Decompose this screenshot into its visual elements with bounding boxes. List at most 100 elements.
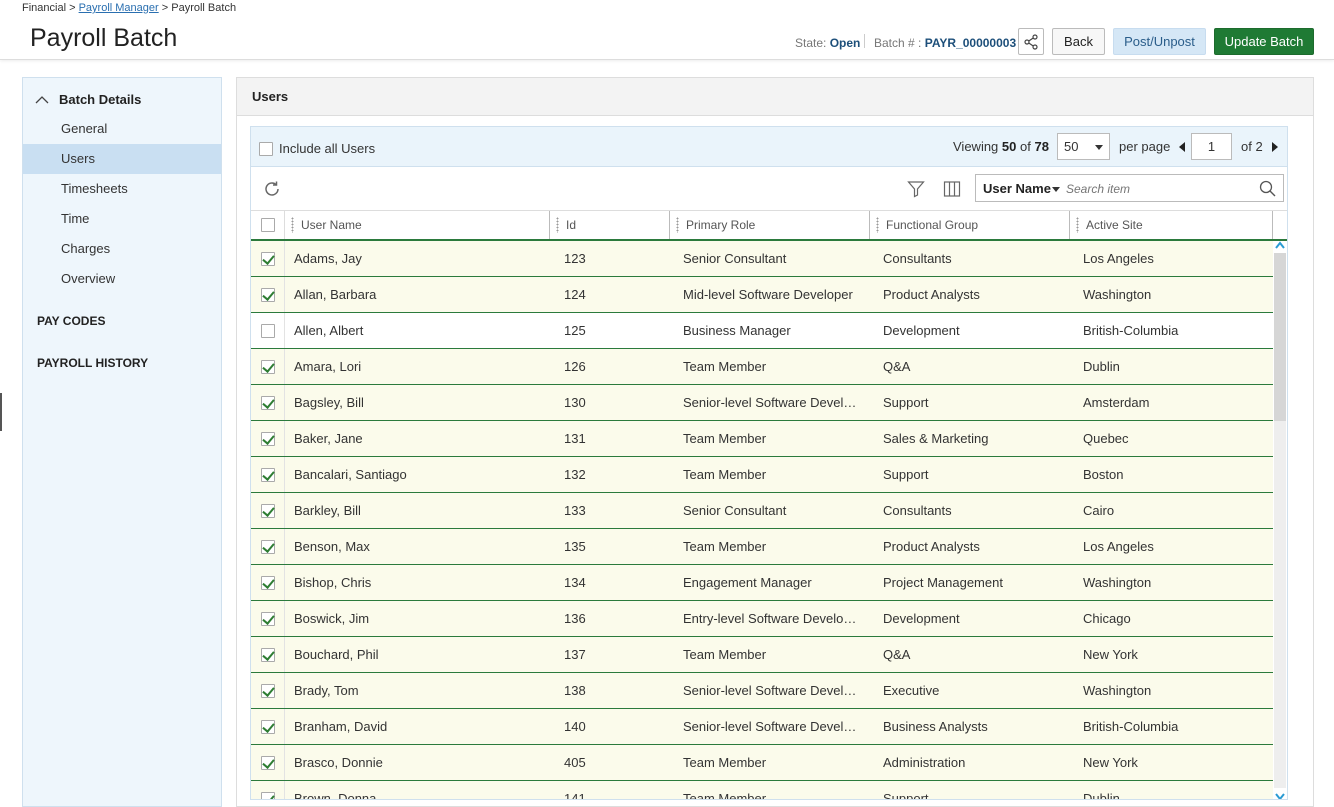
table-row[interactable]: Brown, Donna 141 Team Member Support Dublin	[251, 781, 1287, 799]
table-row[interactable]: Barkley, Bill 133 Senior Consultant Consult…	[251, 493, 1287, 529]
table-row[interactable]: Benson, Max 135 Team Member Product Analyst…	[251, 529, 1287, 565]
page-number-input[interactable]: 1	[1191, 133, 1232, 160]
post-unpost-button[interactable]: Post/Unpost	[1113, 28, 1206, 55]
drag-handle-icon[interactable]	[676, 217, 679, 233]
cell-user-name: Branham, David	[294, 719, 388, 734]
row-checkbox[interactable]	[260, 647, 275, 662]
batch-state: State: Open	[795, 36, 860, 50]
row-select-cell	[251, 601, 285, 636]
row-checkbox[interactable]	[260, 791, 275, 799]
row-checkbox[interactable]	[260, 431, 275, 446]
column-label: Id	[566, 218, 577, 232]
breadcrumb-payroll-manager[interactable]: Payroll Manager	[79, 2, 159, 14]
drag-handle-icon[interactable]	[556, 217, 559, 233]
next-page-icon[interactable]	[1272, 142, 1278, 152]
cell-functional-group: Executive	[883, 683, 940, 698]
row-select-cell	[251, 385, 285, 420]
row-select-cell	[251, 529, 285, 564]
row-checkbox[interactable]	[260, 683, 275, 698]
search-input[interactable]	[1066, 182, 1256, 196]
sidebar-item-overview[interactable]: Overview	[23, 264, 221, 294]
back-button[interactable]: Back	[1052, 28, 1105, 55]
search-icon[interactable]	[1259, 180, 1276, 197]
row-select-cell	[251, 349, 285, 384]
sidebar-item-charges[interactable]: Charges	[23, 234, 221, 264]
sidebar-item-timesheets[interactable]: Timesheets	[23, 174, 221, 204]
table-row[interactable]: Adams, Jay 123 Senior Consultant Consultant…	[251, 241, 1287, 277]
column-header-active-site[interactable]: Active Site	[1070, 211, 1273, 239]
scroll-down-icon[interactable]	[1275, 793, 1285, 800]
drag-handle-icon[interactable]	[876, 217, 879, 233]
column-label: Functional Group	[886, 218, 979, 232]
row-checkbox[interactable]	[260, 755, 275, 770]
table-row[interactable]: Bagsley, Bill 130 Senior-level Software De…	[251, 385, 1287, 421]
column-header-id[interactable]: Id	[550, 211, 670, 239]
row-select-cell	[251, 781, 285, 799]
cell-functional-group: Support	[883, 395, 929, 410]
select-all-checkbox[interactable]	[260, 218, 275, 232]
viewing-summary: Viewing 50 of 78	[953, 139, 1049, 154]
cell-id: 138	[564, 683, 586, 698]
prev-page-icon[interactable]	[1179, 142, 1185, 152]
batch-details-toggle[interactable]: Batch Details	[35, 92, 141, 107]
row-checkbox[interactable]	[260, 611, 275, 626]
sidebar-item-time[interactable]: Time	[23, 204, 221, 234]
cell-user-name: Allan, Barbara	[294, 287, 377, 302]
per-page-select[interactable]: 50	[1057, 133, 1110, 160]
cell-functional-group: Product Analysts	[883, 539, 980, 554]
sidebar-item-general[interactable]: General	[23, 114, 221, 144]
update-batch-button[interactable]: Update Batch	[1214, 28, 1314, 55]
row-checkbox[interactable]	[260, 287, 275, 302]
breadcrumb-financial[interactable]: Financial	[22, 2, 66, 14]
caret-down-icon[interactable]	[1052, 187, 1060, 192]
table-row[interactable]: Brady, Tom 138 Senior-level Software Devel…	[251, 673, 1287, 709]
users-panel: Users Include all Users Viewing 50 of 78…	[236, 77, 1314, 807]
table-row[interactable]: Allan, Barbara 124 Mid-level Software Deve…	[251, 277, 1287, 313]
cell-user-name: Amara, Lori	[294, 359, 362, 374]
row-checkbox[interactable]	[260, 539, 275, 554]
column-header-primary-role[interactable]: Primary Role	[670, 211, 870, 239]
batch-details-label: Batch Details	[59, 92, 142, 107]
table-row[interactable]: Baker, Jane 131 Team Member Sales & Marketi…	[251, 421, 1287, 457]
table-row[interactable]: Allen, Albert 125 Business Manager Developm…	[251, 313, 1287, 349]
include-all-users[interactable]: Include all Users	[259, 141, 375, 156]
row-checkbox[interactable]	[260, 323, 275, 338]
cell-primary-role: Engagement Manager	[683, 575, 812, 590]
sidebar-payroll-history[interactable]: PAYROLL HISTORY	[37, 356, 148, 370]
table-row[interactable]: Brasco, Donnie 405 Team Member Administrati…	[251, 745, 1287, 781]
table-row[interactable]: Branham, David 140 Senior-level Software D…	[251, 709, 1287, 745]
cell-functional-group: Support	[883, 467, 929, 482]
cell-active-site: Boston	[1083, 467, 1124, 482]
drag-handle-icon[interactable]	[1076, 217, 1079, 233]
include-all-checkbox[interactable]	[259, 141, 273, 156]
table-row[interactable]: Bancalari, Santiago 132 Team Member Support…	[251, 457, 1287, 493]
cell-active-site: Washington	[1083, 287, 1152, 302]
row-checkbox[interactable]	[260, 395, 275, 410]
filter-icon[interactable]	[907, 180, 925, 198]
share-button[interactable]	[1018, 28, 1044, 55]
refresh-icon[interactable]	[263, 180, 281, 198]
sidebar-pay-codes[interactable]: PAY CODES	[37, 314, 105, 328]
vertical-scrollbar[interactable]	[1273, 241, 1287, 800]
table-row[interactable]: Amara, Lori 126 Team Member Q&A Dublin	[251, 349, 1287, 385]
table-row[interactable]: Boswick, Jim 136 Entry-level Software Deve…	[251, 601, 1287, 637]
include-all-label: Include all Users	[279, 141, 376, 156]
row-checkbox[interactable]	[260, 719, 275, 734]
column-header-user-name[interactable]: User Name	[285, 211, 550, 239]
cell-id: 136	[564, 611, 586, 626]
sidebar-item-users[interactable]: Users	[23, 144, 221, 174]
row-checkbox[interactable]	[260, 359, 275, 374]
row-checkbox[interactable]	[260, 575, 275, 590]
search-field-select[interactable]: User Name	[983, 181, 1051, 196]
column-header-functional-group[interactable]: Functional Group	[870, 211, 1070, 239]
cell-active-site: New York	[1083, 755, 1138, 770]
row-checkbox[interactable]	[260, 503, 275, 518]
table-row[interactable]: Bouchard, Phil 137 Team Member Q&A New York	[251, 637, 1287, 673]
drag-handle-icon[interactable]	[291, 217, 294, 233]
table-row[interactable]: Bishop, Chris 134 Engagement Manager Projec…	[251, 565, 1287, 601]
row-checkbox[interactable]	[260, 251, 275, 266]
row-checkbox[interactable]	[260, 467, 275, 482]
scroll-thumb[interactable]	[1274, 253, 1286, 421]
columns-icon[interactable]	[943, 180, 961, 198]
scroll-up-icon[interactable]	[1275, 241, 1285, 249]
